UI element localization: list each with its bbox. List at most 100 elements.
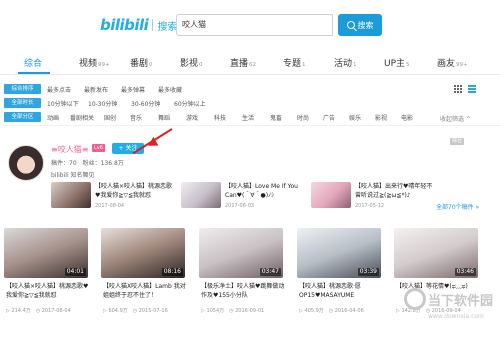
video-views: 214.4万 — [11, 308, 31, 314]
result-type-badge: 综合 — [450, 138, 465, 145]
filter-sort-option[interactable]: 最多点击 — [47, 85, 71, 94]
filter-zone-option[interactable]: 动画 — [47, 113, 59, 122]
filter-zone-option[interactable]: 国创 — [104, 113, 116, 122]
logo-divider — [152, 19, 154, 31]
tab-label: 影视 — [180, 59, 199, 69]
video-views: 604.9万 — [108, 308, 128, 314]
search-input[interactable]: 咬人猫 — [176, 14, 333, 36]
tab-label: 活动 — [334, 59, 353, 69]
tab-count: 99+ — [456, 62, 468, 68]
recent-video-thumbnail[interactable] — [181, 182, 221, 208]
video-duration: 03:39 — [357, 268, 379, 276]
recent-video-title[interactable]: 【咬人猫】出来行♥晴年轻不曾听说过≧(≧ω≦*)♪ — [355, 182, 433, 200]
video-card-thumbnail[interactable]: 08:16 — [101, 228, 185, 278]
tab-uploader[interactable]: UP主5 — [384, 56, 410, 69]
tab-count: 1 — [353, 62, 357, 68]
watermark-logo-icon — [404, 288, 426, 310]
all-videos-link[interactable]: 全部70个稿件 » — [436, 202, 479, 211]
watermark-title: 当下软件园 — [428, 294, 494, 309]
filter-zone-option[interactable]: 时尚 — [297, 113, 309, 122]
video-date: 2015-07-16 — [138, 308, 168, 314]
watermark-url: www.downxia.com — [428, 313, 484, 320]
grid-view-icon[interactable] — [454, 85, 462, 93]
filter-zone-option[interactable]: 广告 — [323, 113, 335, 122]
tab-count: 62 — [249, 62, 257, 68]
video-date: 2017-08-04 — [41, 308, 71, 314]
filter-zone-option[interactable]: 影视 — [375, 113, 387, 122]
tab-label: 专题 — [283, 59, 302, 69]
search-button[interactable]: 搜索 — [338, 14, 382, 36]
video-duration: 03:47 — [259, 268, 281, 276]
video-card-thumbnail[interactable]: 03:47 — [199, 228, 283, 278]
filter-zone-option[interactable]: 生活 — [242, 113, 254, 122]
recent-video-thumbnail[interactable] — [311, 182, 351, 208]
avatar[interactable] — [8, 145, 44, 181]
tab-label: 番剧 — [130, 59, 149, 69]
video-duration: 08:16 — [161, 268, 183, 276]
video-card-title[interactable]: 【极乐净土】咬人猫♥跳舞做动作及♥155小分队 — [201, 282, 287, 309]
filter-zone-option[interactable]: 音乐 — [130, 113, 142, 122]
logo-suffix: 搜索 — [157, 21, 178, 33]
filter-zone-option[interactable]: 娱乐 — [349, 113, 361, 122]
tab-live[interactable]: 直播62 — [230, 56, 256, 69]
filter-duration-active[interactable]: 全部时长 — [4, 98, 41, 108]
recent-video-thumbnail[interactable] — [51, 182, 91, 208]
video-card-thumbnail[interactable]: 03:39 — [297, 228, 381, 278]
search-button-label: 搜索 — [357, 20, 374, 30]
filter-zone-option[interactable]: 电影 — [401, 113, 413, 122]
filter-zone-option[interactable]: 鬼畜 — [270, 113, 282, 122]
tab-label: 综合 — [24, 59, 43, 69]
filter-zone-active[interactable]: 全部分区 — [4, 112, 41, 122]
filter-zone-option[interactable]: 游戏 — [186, 113, 198, 122]
filter-sort-option[interactable]: 最多弹幕 — [121, 85, 145, 94]
video-card-meta: ▷ 214.4万 ◷ 2017-08-04 — [6, 308, 71, 314]
video-date: 2016-09-01 — [235, 308, 265, 314]
filter-duration-option[interactable]: 30-60分钟 — [131, 99, 160, 108]
search-icon — [346, 21, 355, 29]
tab-bangumi[interactable]: 番剧0 — [130, 56, 153, 69]
tab-label: 视频 — [79, 59, 98, 69]
video-card-meta: ▷ 1054万 ◷ 2016-09-01 — [201, 308, 265, 314]
filter-zone-option[interactable]: 番剧相关 — [70, 113, 94, 122]
tab-all[interactable]: 综合 — [24, 56, 42, 69]
filter-duration-option[interactable]: 10分钟以下 — [47, 99, 79, 108]
recent-video-date: 2017-05-12 — [355, 203, 385, 209]
video-card-thumbnail[interactable]: 03:46 — [394, 228, 478, 278]
filter-sort-option[interactable]: 最新发布 — [84, 85, 108, 94]
bilibili-logo[interactable]: bilibili 搜索 — [100, 16, 177, 34]
video-card-thumbnail[interactable]: 04:01 — [4, 228, 88, 278]
tab-count: 0 — [149, 62, 153, 68]
recent-video-title[interactable]: 【咬人猫×咬人猫】桃源恋歌♥我爱你≧▽≦我就怼 — [95, 182, 173, 200]
recent-video-date: 2017-06-03 — [225, 203, 255, 209]
tab-count: 0 — [199, 62, 203, 68]
tab-activity[interactable]: 活动1 — [334, 56, 357, 69]
tab-count: 5 — [406, 62, 410, 68]
video-views: 1054万 — [206, 308, 225, 314]
tab-movie[interactable]: 影视0 — [180, 56, 203, 69]
collapse-filters-button[interactable]: 收起筛选 ^ — [440, 114, 471, 123]
tabs-divider — [0, 74, 500, 75]
filter-zone-option[interactable]: 舞蹈 — [158, 113, 170, 122]
filter-sort-option[interactable]: 最多收藏 — [158, 85, 182, 94]
level-badge: Lv6 — [92, 144, 105, 152]
logo-brand: bilibili — [100, 16, 149, 34]
video-card-meta: ▷ 604.9万 ◷ 2015-07-16 — [103, 308, 168, 314]
tab-topic[interactable]: 专题1 — [283, 56, 306, 69]
tab-video[interactable]: 视频99+ — [79, 56, 110, 69]
list-view-icon[interactable] — [468, 85, 476, 93]
filter-sort-active[interactable]: 综合排序 — [4, 84, 41, 94]
video-duration: 04:01 — [64, 268, 86, 276]
uploader-stats: 稿件：70 粉丝：136.8万 — [51, 160, 124, 167]
video-views: 405.9万 — [304, 308, 324, 314]
tab-count: 1 — [302, 62, 306, 68]
recent-video-title[interactable]: 【咬人猫】Love Me If You Can♥(＾∀＾●)ﾉｼ — [225, 182, 303, 200]
video-card-title[interactable]: 【咬人猫×咬人猫】桃源恋歌♥我爱你≧▽≦我就怼 — [6, 282, 92, 309]
tab-label: UP主 — [384, 59, 406, 69]
video-card-title[interactable]: 【咬人猫X咬人猫】Lamb 我对姐姐终于忍不住了！ — [103, 282, 189, 309]
filter-duration-option[interactable]: 10-30分钟 — [88, 99, 117, 108]
video-card-title[interactable]: 【咬人猫】桃源恋歌·愿OP15♥MASAYUME — [299, 282, 385, 309]
filter-duration-option[interactable]: 60分钟以上 — [174, 99, 206, 108]
uploader-name[interactable]: ≡咬人猫≡ — [51, 144, 88, 155]
filter-zone-option[interactable]: 科技 — [214, 113, 226, 122]
tab-artist[interactable]: 画友99+ — [437, 56, 468, 69]
